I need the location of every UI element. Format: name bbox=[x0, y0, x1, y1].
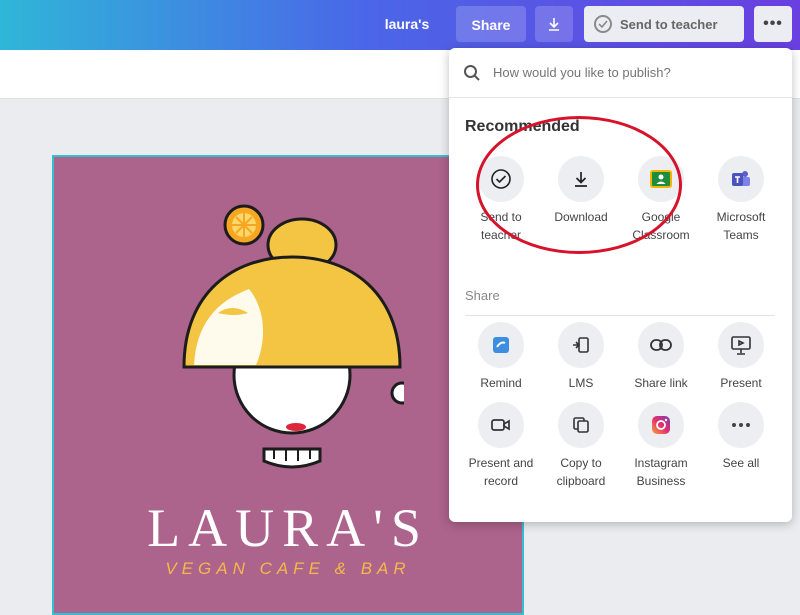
option-label: See all bbox=[722, 456, 760, 470]
lms-option[interactable]: LMS bbox=[541, 322, 621, 392]
publish-menu: Recommended Send to teacher Download Goo… bbox=[449, 48, 792, 522]
option-label: Google Classroom bbox=[632, 210, 690, 242]
link-icon bbox=[650, 339, 672, 351]
microsoft-teams-icon bbox=[732, 171, 750, 186]
option-label: Present bbox=[720, 376, 762, 390]
check-circle-icon bbox=[491, 169, 511, 189]
section-divider bbox=[465, 315, 775, 316]
download-icon bbox=[549, 18, 559, 31]
option-label: Share link bbox=[634, 376, 688, 390]
project-name[interactable]: laura's bbox=[372, 0, 442, 48]
option-label: Present and record bbox=[468, 456, 534, 488]
option-label: Remind bbox=[480, 376, 522, 390]
send-to-teacher-button[interactable]: Send to teacher bbox=[584, 6, 744, 42]
option-label: LMS bbox=[568, 376, 594, 390]
search-icon bbox=[464, 64, 480, 81]
publish-search-input[interactable] bbox=[491, 64, 755, 81]
video-camera-icon bbox=[491, 419, 510, 431]
recommended-grid: Send to teacher Download Google Classroo… bbox=[461, 156, 781, 244]
more-icon bbox=[732, 423, 750, 427]
option-label: Copy to clipboard bbox=[556, 456, 606, 488]
copy-icon bbox=[573, 417, 589, 433]
share-grid: Remind LMS Share link Present Present an… bbox=[461, 322, 781, 490]
option-label: Send to teacher bbox=[480, 210, 522, 242]
check-circle-icon bbox=[594, 15, 612, 33]
lms-icon bbox=[573, 337, 589, 353]
present-option[interactable]: Present bbox=[701, 322, 781, 392]
share-link-option[interactable]: Share link bbox=[621, 322, 701, 392]
remind-icon bbox=[493, 337, 509, 353]
download-option[interactable]: Download bbox=[541, 156, 621, 244]
send-to-teacher-option[interactable]: Send to teacher bbox=[461, 156, 541, 244]
microsoft-teams-option[interactable]: Microsoft Teams bbox=[701, 156, 781, 244]
present-and-record-option[interactable]: Present and record bbox=[461, 402, 541, 490]
share-section-title: Share bbox=[465, 288, 500, 303]
google-classroom-icon bbox=[650, 170, 672, 188]
brand-tagline: VEGAN CAFE & BAR bbox=[165, 559, 411, 578]
remind-option[interactable]: Remind bbox=[461, 322, 541, 392]
present-icon bbox=[731, 336, 751, 355]
more-options-button[interactable]: ••• bbox=[754, 6, 792, 42]
option-label: Instagram Business bbox=[634, 456, 688, 488]
recommended-title: Recommended bbox=[465, 118, 580, 135]
download-icon bbox=[575, 172, 587, 187]
download-button[interactable] bbox=[535, 6, 573, 42]
option-label: Download bbox=[554, 210, 608, 224]
send-to-teacher-label: Send to teacher bbox=[620, 16, 718, 32]
option-label: Microsoft Teams bbox=[716, 210, 766, 242]
share-button[interactable]: Share bbox=[456, 6, 526, 42]
instagram-business-option[interactable]: Instagram Business bbox=[621, 402, 701, 490]
instagram-icon bbox=[652, 416, 670, 434]
copy-to-clipboard-option[interactable]: Copy to clipboard bbox=[541, 402, 621, 490]
top-bar: laura's Share Send to teacher ••• bbox=[0, 0, 800, 50]
publish-search bbox=[449, 48, 792, 98]
logo-illustration bbox=[182, 204, 404, 469]
see-all-option[interactable]: See all bbox=[701, 402, 781, 490]
google-classroom-option[interactable]: Google Classroom bbox=[621, 156, 701, 244]
